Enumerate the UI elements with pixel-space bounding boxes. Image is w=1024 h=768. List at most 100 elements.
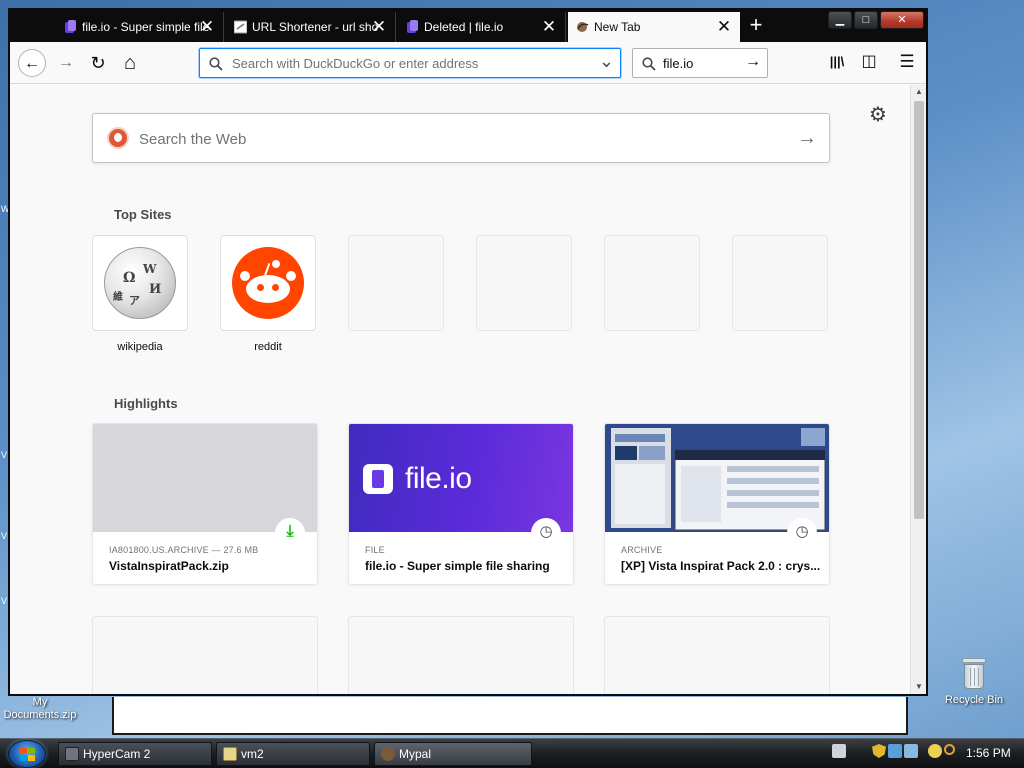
fileio-logo: file.io — [363, 462, 472, 496]
highlight-empty-slot — [604, 616, 830, 694]
highlight-card-vista-inspirat[interactable]: ◷ ARCHIVE [XP] Vista Inspirat Pack 2.0 :… — [604, 423, 830, 585]
search-submit-arrow-icon[interactable]: → — [797, 126, 817, 150]
close-window-button[interactable]: ✕ — [880, 11, 924, 29]
highlights-heading: Highlights — [114, 396, 178, 411]
reload-button[interactable]: ↻ — [84, 49, 112, 77]
close-tab-icon[interactable]: ✕ — [714, 12, 734, 42]
fileio-favicon-icon — [65, 20, 76, 33]
tab-url-shortener[interactable]: URL Shortener - url sho ✕ — [226, 12, 396, 42]
new-tab-button[interactable]: + — [743, 12, 769, 40]
top-site-empty-slot[interactable] — [348, 235, 444, 331]
windows-logo-icon — [20, 748, 36, 762]
search-go-arrow-icon[interactable]: → — [745, 53, 761, 71]
top-site-empty-slot[interactable] — [476, 235, 572, 331]
keyboard-icon[interactable] — [832, 744, 846, 758]
tab-label: URL Shortener - url sho — [252, 20, 379, 34]
start-button[interactable] — [8, 740, 46, 768]
volume-icon[interactable] — [904, 744, 918, 758]
highlight-card-fileio[interactable]: file.io ◷ FILE file.io - Super simple fi… — [348, 423, 574, 585]
network-icon[interactable] — [888, 744, 902, 758]
desktop-icon-label: Documents.zip — [3, 709, 77, 721]
highlight-empty-slot — [348, 616, 574, 694]
search-icon[interactable] — [944, 744, 955, 755]
close-tab-icon[interactable]: ✕ — [539, 12, 559, 42]
highlight-thumbnail — [93, 424, 317, 532]
address-bar[interactable]: ⌄ — [199, 48, 621, 78]
gear-icon[interactable]: ⚙ — [868, 105, 888, 125]
menu-icon[interactable]: ☰ — [896, 52, 918, 74]
highlight-type: ARCHIVE — [621, 545, 663, 555]
desktop-icon-my-documents[interactable]: My Documents.zip — [0, 696, 80, 722]
highlight-card-vistainspiratpack[interactable]: ⤓ IA801800.US.ARCHIVE — 27.6 MB VistaIns… — [92, 423, 318, 585]
address-input[interactable] — [232, 49, 587, 77]
search-bar[interactable]: → — [632, 48, 768, 78]
close-tab-icon[interactable]: ✕ — [197, 12, 217, 42]
maximize-button[interactable]: □ — [854, 11, 878, 29]
tab-label: Deleted | file.io — [424, 20, 504, 34]
recycle-bin-icon — [960, 658, 988, 690]
taskbar-button-vm2[interactable]: vm2 — [216, 742, 370, 766]
tab-deleted-fileio[interactable]: Deleted | file.io ✕ — [398, 12, 566, 42]
desktop-icon-label: My — [32, 696, 48, 708]
screenshot-thumbnail — [605, 424, 829, 532]
scroll-down-arrow-icon[interactable]: ▼ — [911, 680, 927, 694]
mypal-favicon-icon — [577, 22, 589, 32]
desktop-icon-recycle-bin[interactable]: Recycle Bin — [934, 658, 1014, 707]
tab-new-tab[interactable]: New Tab ✕ — [568, 12, 740, 42]
top-site-empty-slot[interactable] — [732, 235, 828, 331]
scroll-up-arrow-icon[interactable]: ▲ — [911, 85, 927, 99]
library-icon[interactable]: |||\ — [826, 52, 848, 74]
taskbar-button-label: vm2 — [241, 747, 264, 761]
web-search-input[interactable] — [139, 126, 759, 152]
folder-icon — [223, 747, 237, 761]
tab-strip: file.io - Super simple file ✕ URL Shorte… — [10, 10, 926, 42]
hypercam-icon — [65, 747, 79, 761]
nav-toolbar: ← → ↻ ⌂ ⌄ → |||\ ◫ ☰ — [10, 42, 926, 84]
close-tab-icon[interactable]: ✕ — [369, 12, 389, 42]
top-site-label: reddit — [254, 341, 282, 353]
chevron-down-icon[interactable]: ⌄ — [599, 51, 614, 72]
top-site-empty-slot[interactable] — [604, 235, 700, 331]
search-bar-input[interactable] — [663, 49, 741, 77]
forward-button[interactable]: → — [52, 49, 80, 77]
new-tab-page: ⚙ → Top Sites Ω W И ア 維 wikipedia — [10, 85, 910, 694]
clock-icon: ◷ — [531, 518, 561, 548]
system-tray — [832, 744, 962, 762]
highlight-title: file.io - Super simple file sharing — [365, 559, 550, 573]
fileio-favicon-icon — [407, 20, 418, 33]
top-site-reddit[interactable] — [220, 235, 316, 331]
background-window[interactable] — [112, 697, 908, 735]
desktop-edge-mark: V — [1, 531, 8, 541]
vertical-scrollbar[interactable]: ▲ ▼ — [910, 85, 926, 694]
desktop-icon-label: Recycle Bin — [944, 694, 1004, 706]
taskbar-button-mypal[interactable]: Mypal — [374, 742, 532, 766]
taskbar-button-label: Mypal — [399, 747, 432, 761]
home-button[interactable]: ⌂ — [116, 49, 144, 77]
taskbar-clock[interactable]: 1:56 PM — [966, 746, 1011, 760]
web-search-box[interactable]: → — [92, 113, 830, 163]
download-icon: ⤓ — [275, 518, 305, 548]
highlight-thumbnail — [605, 424, 829, 532]
highlight-type: FILE — [365, 545, 385, 555]
tab-label: file.io - Super simple file — [82, 20, 210, 34]
highlight-empty-slot — [92, 616, 318, 694]
desktop-edge-mark: V — [1, 596, 8, 606]
highlight-title: [XP] Vista Inspirat Pack 2.0 : crys... — [621, 559, 821, 573]
taskbar-button-label: HyperCam 2 — [83, 747, 151, 761]
sidebar-icon[interactable]: ◫ — [858, 52, 880, 74]
tab-fileio[interactable]: file.io - Super simple file ✕ — [56, 12, 224, 42]
browser-window: file.io - Super simple file ✕ URL Shorte… — [8, 8, 928, 696]
back-button[interactable]: ← — [18, 49, 46, 77]
top-site-wikipedia[interactable]: Ω W И ア 維 — [92, 235, 188, 331]
power-icon[interactable] — [928, 744, 942, 758]
scroll-thumb[interactable] — [914, 101, 924, 519]
search-icon — [209, 57, 223, 71]
mypal-icon — [381, 747, 395, 761]
fileio-logo-text: file.io — [405, 462, 472, 495]
wikipedia-globe-icon: Ω W И ア 維 — [104, 247, 176, 319]
highlight-type: IA801800.US.ARCHIVE — 27.6 MB — [109, 545, 259, 555]
shield-icon[interactable] — [872, 744, 886, 758]
search-icon — [642, 57, 656, 71]
minimize-button[interactable]: ▁ — [828, 11, 852, 29]
taskbar-button-hypercam[interactable]: HyperCam 2 — [58, 742, 212, 766]
